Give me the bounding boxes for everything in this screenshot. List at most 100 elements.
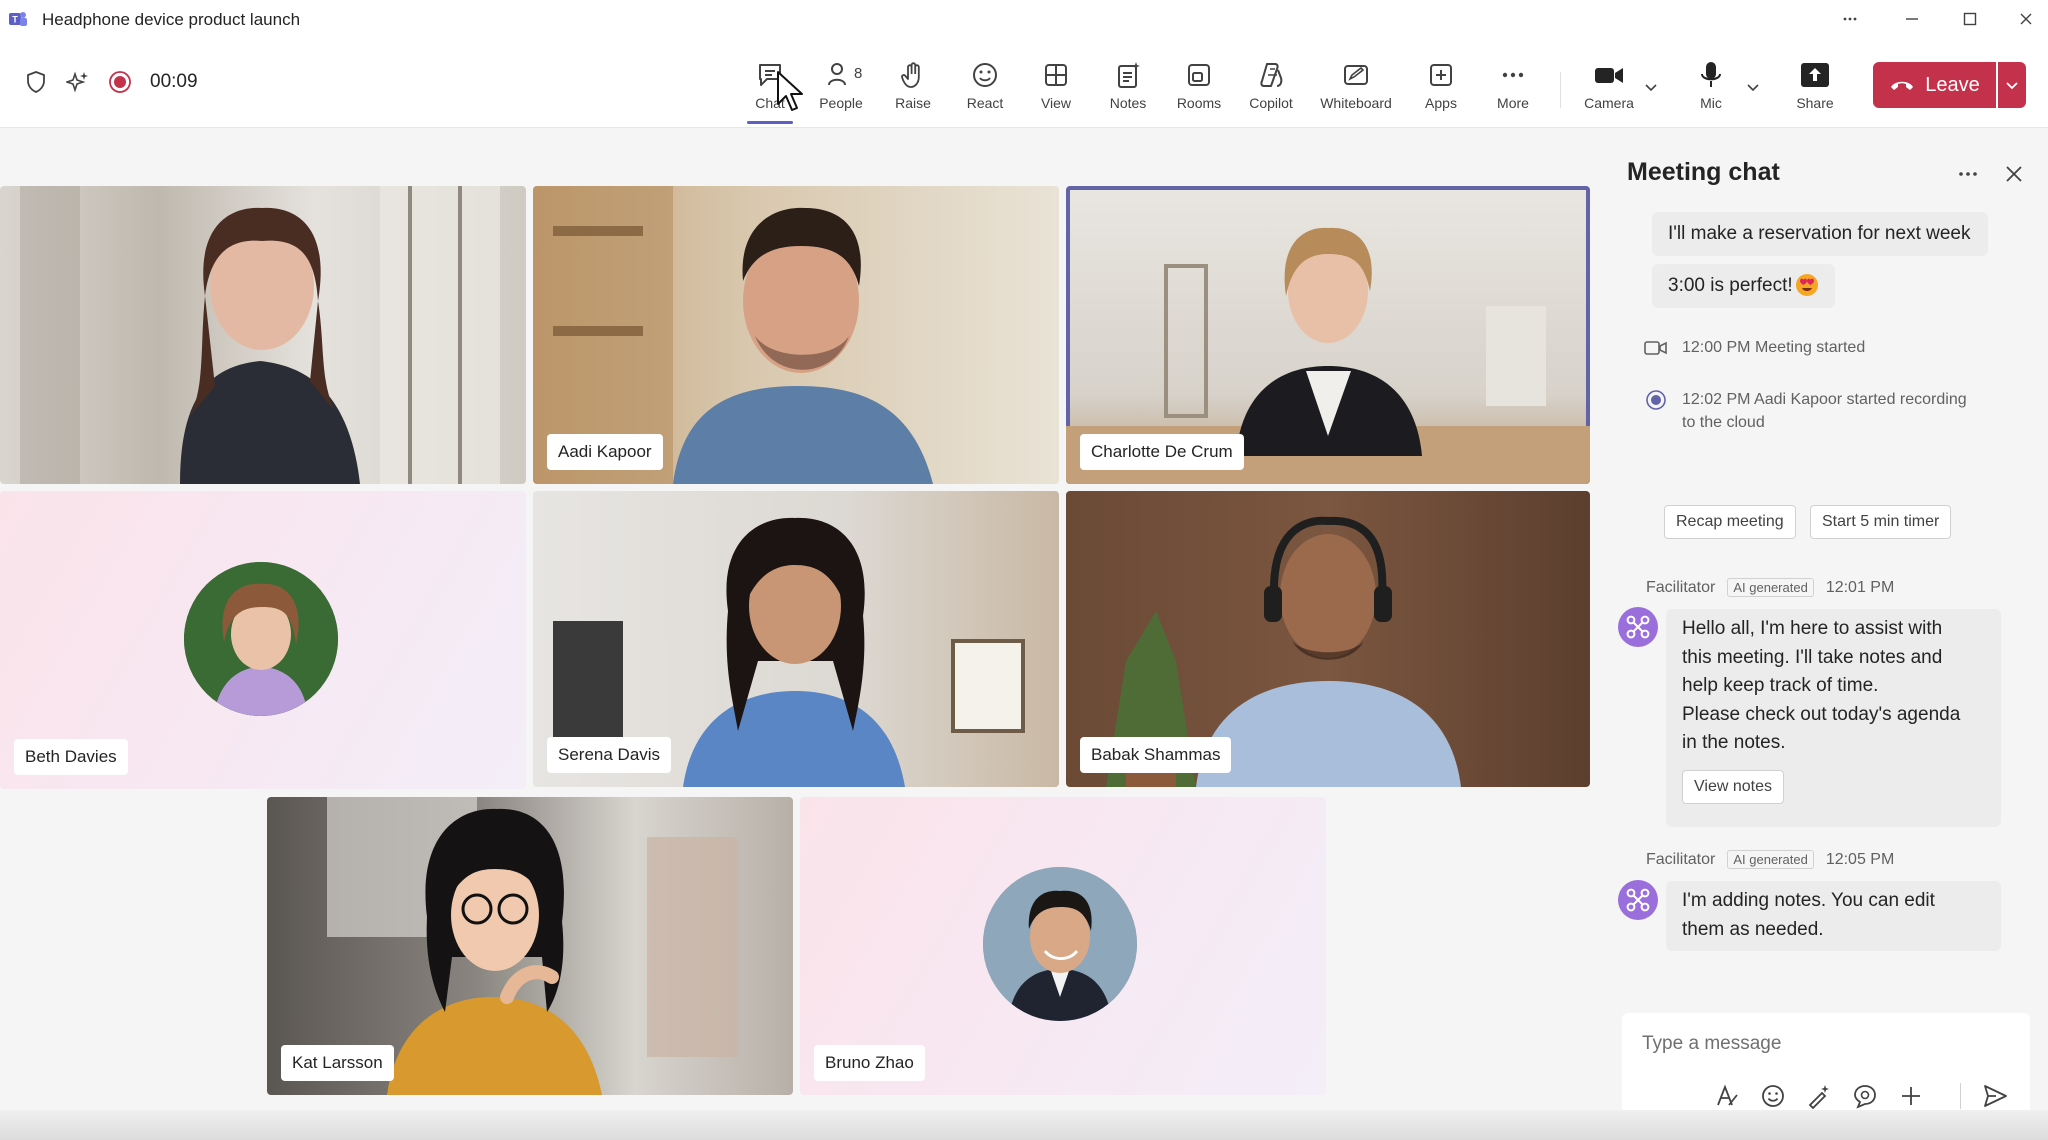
loop-component-button[interactable]: [1850, 1081, 1880, 1111]
leave-button[interactable]: Leave: [1873, 62, 1996, 108]
people-icon: [828, 63, 846, 86]
send-button[interactable]: [1980, 1081, 2010, 1111]
whiteboard-icon: [1344, 65, 1368, 85]
more-horizontal-icon: [1502, 72, 1524, 78]
video-tile-participant[interactable]: [0, 186, 526, 484]
toolbar-divider: [1560, 72, 1561, 108]
copilot-button[interactable]: Copilot: [1236, 58, 1306, 120]
plus-icon: [1902, 1087, 1920, 1105]
recap-meeting-button[interactable]: Recap meeting: [1664, 505, 1796, 539]
event-text: to the cloud: [1682, 414, 1765, 431]
participant-avatar-photo: [184, 562, 338, 716]
close-window-button[interactable]: [2006, 4, 2046, 34]
chat-more-button[interactable]: [1952, 158, 1984, 190]
leave-options-button[interactable]: [1998, 62, 2026, 108]
copilot-icon: [1260, 63, 1283, 87]
participant-video: [20, 186, 500, 484]
message-line: Please check out today's agenda: [1682, 703, 1961, 725]
message-compose-box[interactable]: Type a message: [1622, 1013, 2030, 1121]
event-time: 12:02 PM: [1682, 391, 1751, 408]
svg-text:T: T: [12, 15, 18, 25]
camera-options-chevron-icon[interactable]: [1642, 78, 1660, 96]
participant-name-tag: Charlotte De Crum: [1080, 434, 1244, 470]
react-label: React: [966, 95, 1004, 111]
loop-chat-icon: [1854, 1085, 1876, 1109]
people-button[interactable]: 8 People: [806, 58, 876, 120]
video-tile-kat-larsson[interactable]: Kat Larsson: [267, 797, 793, 1095]
message-line: this meeting. I'll take notes and: [1682, 646, 1943, 668]
notes-label: Notes: [1109, 95, 1147, 111]
whiteboard-button[interactable]: Whiteboard: [1320, 58, 1392, 120]
bot-message-header: Facilitator AI generated 12:01 PM: [1646, 578, 1894, 597]
copilot-compose-button[interactable]: [1804, 1081, 1834, 1111]
avatar: [983, 867, 1137, 1021]
message-line: I'm adding notes. You can edit: [1682, 890, 1935, 911]
facilitator-message: Hello all, I'm here to assist with this …: [1666, 609, 2001, 827]
teams-meeting-window: T Headphone device product launch 00:09 …: [0, 0, 2048, 1140]
participant-name-tag: Kat Larsson: [281, 1045, 394, 1081]
notes-button[interactable]: Notes: [1093, 58, 1163, 120]
mic-options-chevron-icon[interactable]: [1744, 78, 1762, 96]
chat-message: I'll make a reservation for next week: [1652, 212, 1988, 256]
start-timer-button[interactable]: Start 5 min timer: [1810, 505, 1952, 539]
camera-button[interactable]: Camera: [1574, 58, 1644, 120]
emoji-button[interactable]: [1758, 1081, 1788, 1111]
sender-name: Facilitator: [1646, 850, 1716, 868]
mic-button[interactable]: Mic: [1676, 58, 1746, 120]
minimize-icon: [1906, 18, 1918, 20]
video-tile-charlotte-de-crum[interactable]: Charlotte De Crum: [1066, 186, 1590, 484]
chat-message: 3:00 is perfect!: [1652, 264, 1835, 308]
chat-close-button[interactable]: [1998, 158, 2030, 190]
message-line: help keep track of time.: [1682, 675, 1879, 696]
video-tile-aadi-kapoor[interactable]: Aadi Kapoor: [533, 186, 1059, 484]
shield-icon[interactable]: [22, 68, 50, 96]
magic-pen-icon: [1808, 1085, 1829, 1109]
emoji-icon: [1762, 1085, 1784, 1107]
whiteboard-label: Whiteboard: [1320, 95, 1392, 111]
participant-name-tag: Aadi Kapoor: [547, 434, 663, 470]
apps-button[interactable]: Apps: [1406, 58, 1476, 120]
format-text-icon: [1717, 1084, 1738, 1106]
event-text: Meeting started: [1754, 339, 1866, 356]
rooms-button[interactable]: Rooms: [1164, 58, 1234, 120]
bot-message-header: Facilitator AI generated 12:05 PM: [1646, 850, 1894, 869]
message-time: 12:05 PM: [1825, 850, 1895, 868]
event-time: 12:00 PM: [1682, 339, 1751, 356]
chevron-down-icon: [2006, 82, 2018, 90]
participant-name-tag: Babak Shammas: [1080, 737, 1232, 773]
hang-up-icon: [1891, 81, 1914, 90]
more-button[interactable]: More: [1478, 58, 1548, 120]
avatar-tile-bruno-zhao[interactable]: Bruno Zhao: [800, 797, 1326, 1095]
microphone-icon: [1701, 62, 1721, 87]
recording-icon: [106, 68, 134, 96]
avatar-tile-beth-davies[interactable]: Beth Davies: [0, 491, 526, 789]
minimize-button[interactable]: [1892, 4, 1932, 34]
view-notes-button[interactable]: View notes: [1682, 769, 1784, 804]
message-input[interactable]: Type a message: [1642, 1033, 1781, 1055]
smiley-icon: [973, 63, 997, 87]
teams-logo-icon: T: [9, 12, 27, 26]
more-horizontal-icon: [1959, 172, 1977, 176]
share-screen-icon: [1801, 63, 1829, 87]
raise-hand-button[interactable]: Raise: [878, 58, 948, 120]
sparkle-icon[interactable]: [64, 68, 92, 96]
video-tile-babak-shammas[interactable]: Babak Shammas: [1066, 491, 1590, 787]
chat-message-text: 3:00 is perfect!: [1668, 275, 1793, 296]
react-button[interactable]: React: [950, 58, 1020, 120]
compose-divider: [1960, 1083, 1961, 1109]
close-icon: [2006, 166, 2022, 182]
view-button[interactable]: View: [1021, 58, 1091, 120]
window-more-button[interactable]: [1830, 4, 1870, 34]
message-line: in the notes.: [1682, 732, 1786, 753]
people-label: People: [819, 95, 863, 111]
participant-name-tag: Serena Davis: [547, 737, 672, 773]
attach-button[interactable]: [1896, 1081, 1926, 1111]
event-text: Aadi Kapoor started recording: [1754, 391, 1967, 408]
leave-label: Leave: [1925, 73, 1980, 96]
video-tile-serena-davis[interactable]: Serena Davis: [533, 491, 1059, 787]
grid-view-icon: [1045, 64, 1067, 86]
ai-generated-badge: AI generated: [1727, 850, 1814, 869]
share-button[interactable]: Share: [1780, 58, 1850, 120]
format-button[interactable]: [1712, 1081, 1742, 1111]
maximize-button[interactable]: [1950, 4, 1990, 34]
